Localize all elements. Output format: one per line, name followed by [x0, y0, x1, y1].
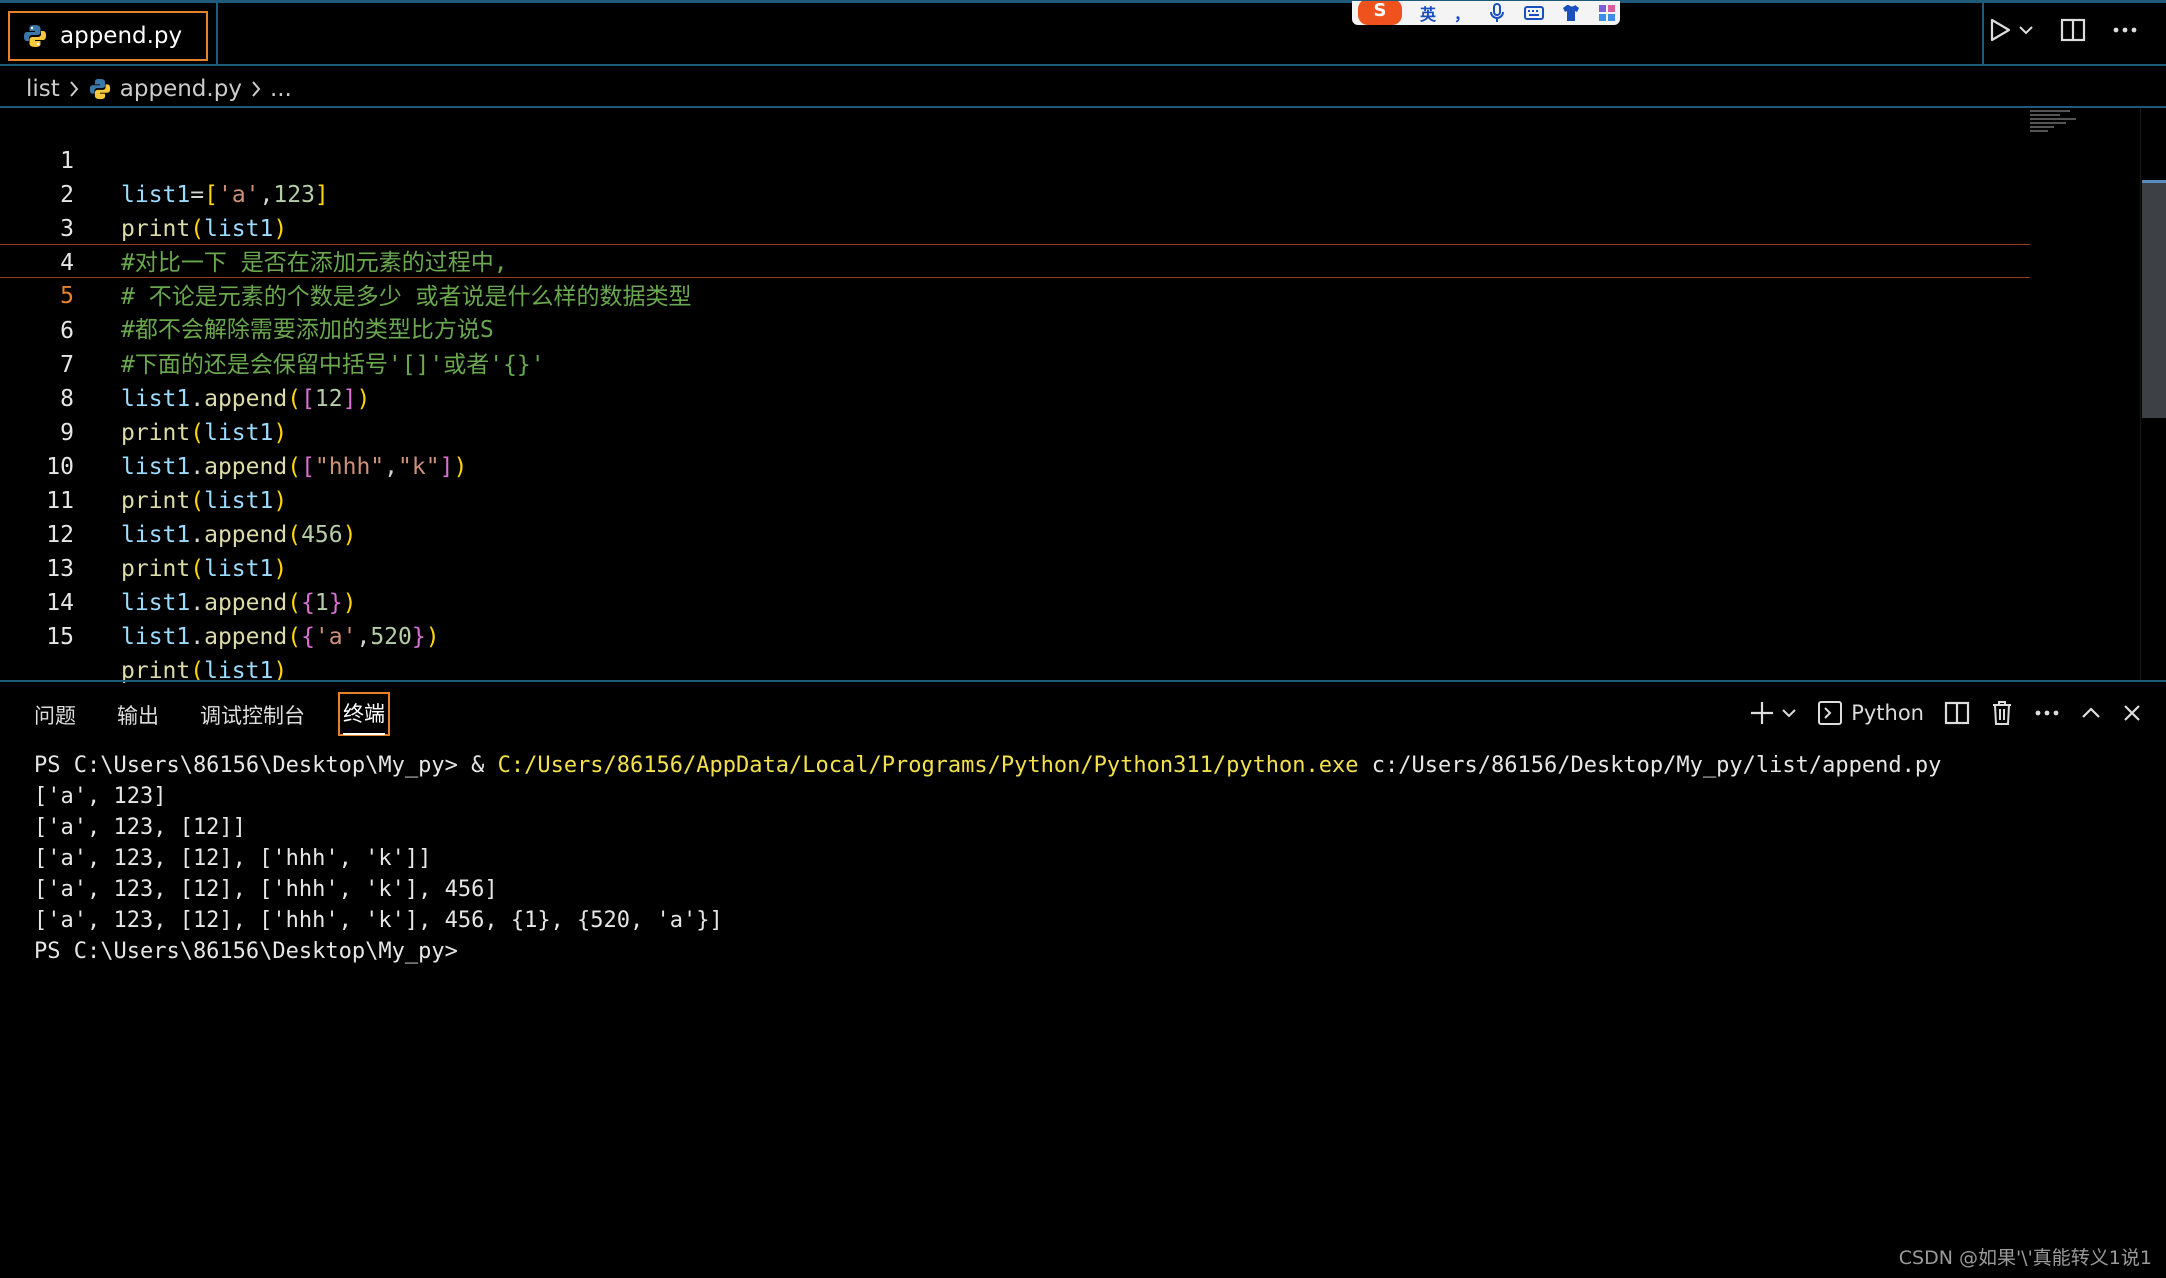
ellipsis-icon	[2113, 27, 2137, 33]
terminal-output-line: ['a', 123, [12], ['hhh', 'k'], 456, {1},…	[34, 908, 723, 933]
code-line[interactable]: 2 print(list1)	[0, 144, 2030, 242]
code-line[interactable]: 7 list1.append([12])	[0, 314, 2030, 412]
csdn-watermark: CSDN @如果'\'真能转义1说1	[1898, 1247, 2152, 1269]
sogou-logo-icon[interactable]: S	[1358, 1, 1402, 25]
split-terminal-icon	[1944, 701, 1970, 725]
line-number: 15	[46, 624, 74, 650]
kill-terminal-button[interactable]	[1990, 700, 2014, 726]
code-editor[interactable]: 1 list1=['a',123] 2 print(list1) 3 #对比一下…	[0, 108, 2166, 684]
code-line[interactable]: 12 print(list1)	[0, 484, 2030, 582]
ime-punct-toggle[interactable]: ，	[1454, 1, 1470, 25]
terminal-output-line: ['a', 123, [12]]	[34, 815, 246, 840]
tab-terminal[interactable]: 终端	[338, 692, 390, 736]
tab-label: append.py	[60, 23, 183, 49]
tab-debug-console[interactable]: 调试控制台	[200, 700, 305, 730]
microphone-icon[interactable]	[1488, 3, 1506, 23]
skin-shirt-icon[interactable]	[1562, 4, 1580, 22]
editor-scrollbar-thumb[interactable]	[2142, 180, 2166, 418]
split-terminal-button[interactable]	[1944, 700, 1970, 726]
trash-icon	[1993, 701, 2011, 725]
play-icon	[1990, 18, 2011, 42]
code-line[interactable]: 8 print(list1)	[0, 348, 2030, 446]
editor-actions	[1988, 17, 2138, 43]
new-terminal-button[interactable]	[1749, 700, 1797, 726]
code-line[interactable]: 4 # 不论是元素的个数是多少 或者说是什么样的数据类型	[0, 212, 2030, 310]
terminal-profile-label: Python	[1851, 701, 1924, 725]
terminal-profile-python[interactable]: Python	[1817, 700, 1924, 726]
code-line[interactable]: 11 list1.append(456)	[0, 450, 2030, 548]
code-line[interactable]: 6 #下面的还是会保留中括号'[]'或者'{}'	[0, 280, 2030, 378]
tab-divider	[216, 3, 218, 65]
panel-tab-bar: 问题 输出 调试控制台 终端 Python	[0, 682, 2166, 744]
split-editor-icon	[2060, 18, 2086, 42]
run-python-file-button[interactable]	[1988, 17, 2034, 43]
terminal-output[interactable]: PS C:\Users\86156\Desktop\My_py> & C:/Us…	[34, 750, 1941, 967]
chevron-down-icon	[2019, 26, 2033, 35]
python-file-icon	[88, 77, 112, 101]
code-line[interactable]: 13 list1.append({1})	[0, 518, 2030, 616]
breadcrumb-symbols[interactable]: ...	[270, 76, 292, 102]
code-line-current[interactable]: 5 #都不会解除需要添加的类型比方说S	[0, 244, 2030, 343]
code-line[interactable]: 9 list1.append(["hhh","k"])	[0, 382, 2030, 480]
breadcrumb-folder[interactable]: list	[26, 76, 60, 102]
toolbox-grid-icon[interactable]	[1598, 4, 1616, 22]
ime-toolbar: S 英 ，	[1352, 1, 1620, 25]
code-line[interactable]: 15 print(list1)	[0, 586, 2030, 684]
tab-output[interactable]: 输出	[117, 700, 159, 730]
python-file-icon	[22, 23, 48, 49]
code-line[interactable]: 3 #对比一下 是否在添加元素的过程中,	[0, 178, 2030, 276]
code-line[interactable]: 10 print(list1)	[0, 416, 2030, 514]
ellipsis-icon	[2035, 710, 2059, 716]
chevron-right-icon	[250, 79, 262, 99]
maximize-panel-button[interactable]	[2080, 706, 2102, 720]
code-line[interactable]: 14 list1.append({'a',520})	[0, 552, 2030, 650]
keyboard-icon[interactable]	[1524, 5, 1545, 21]
plus-icon	[1751, 702, 1774, 724]
breadcrumb: list append.py ...	[26, 70, 292, 108]
breadcrumb-file[interactable]: append.py	[120, 76, 242, 102]
scrollbar-cursor-marker	[2142, 180, 2166, 183]
minimap[interactable]	[2030, 110, 2084, 138]
panel-actions: Python	[1749, 700, 2142, 726]
tab-problems[interactable]: 问题	[34, 700, 76, 730]
terminal-output-line: ['a', 123, [12], ['hhh', 'k'], 456]	[34, 877, 498, 902]
chevron-down-icon	[1782, 709, 1796, 718]
panel-more-actions-button[interactable]	[2034, 709, 2060, 717]
close-icon	[2124, 705, 2140, 721]
split-editor-button[interactable]	[2060, 17, 2086, 43]
terminal-command-line: PS C:\Users\86156\Desktop\My_py> & C:/Us…	[34, 753, 1942, 778]
ime-mode-toggle[interactable]: 英	[1420, 1, 1436, 25]
terminal-prompt: PS C:\Users\86156\Desktop\My_py>	[34, 939, 458, 964]
close-panel-button[interactable]	[2122, 703, 2142, 723]
terminal-icon	[1818, 701, 1843, 725]
code-line[interactable]: 1 list1=['a',123]	[0, 110, 2030, 208]
terminal-output-line: ['a', 123, [12], ['hhh', 'k']]	[34, 846, 432, 871]
more-actions-button[interactable]	[2112, 26, 2138, 34]
tab-append-py[interactable]: append.py	[8, 11, 208, 61]
chevron-up-icon	[2082, 707, 2100, 718]
editor-tab-bar: append.py S 英 ，	[0, 0, 2166, 66]
chevron-right-icon	[68, 79, 80, 99]
terminal-output-line: ['a', 123]	[34, 784, 167, 809]
actions-divider	[1982, 3, 1984, 65]
